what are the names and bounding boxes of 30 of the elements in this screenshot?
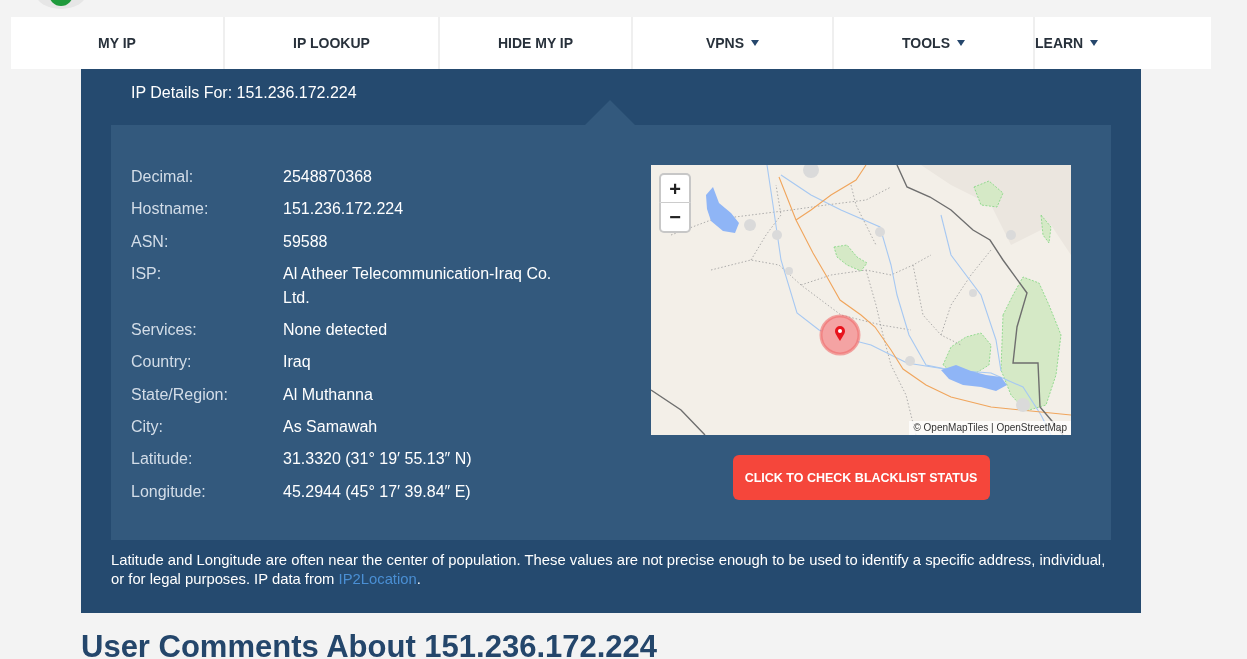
- field-value: 2548870368: [283, 167, 372, 187]
- field-value: Al Atheer Telecommunication-Iraq Co. Ltd.: [283, 263, 553, 308]
- field-value: None detected: [283, 320, 388, 341]
- field-label: Longitude:: [131, 481, 206, 502]
- field-label: Country:: [131, 352, 192, 373]
- field-label: Hostname:: [131, 199, 209, 220]
- field-value: 45.2944 (45° 17′ 39.84″ E): [283, 481, 471, 502]
- field-value: Iraq: [283, 352, 311, 373]
- map-marker-icon[interactable]: [819, 314, 861, 356]
- logo-icon[interactable]: [36, 0, 86, 9]
- map-attribution: © OpenMapTiles | OpenStreetMap: [909, 421, 1071, 435]
- field-value: 59588: [283, 231, 328, 252]
- comments-heading: User Comments About 151.236.172.224: [81, 634, 658, 659]
- details-title: IP Details For: 151.236.172.224: [131, 83, 357, 103]
- field-label: ISP:: [131, 263, 162, 284]
- blacklist-button[interactable]: CLICK TO CHECK BLACKLIST STATUS: [732, 455, 990, 500]
- field-value: As Samawah: [283, 417, 378, 438]
- field-label: Services:: [131, 320, 197, 341]
- field-label: City:: [131, 417, 163, 438]
- field-label: State/Region:: [131, 384, 228, 405]
- field-label: Latitude:: [131, 449, 193, 470]
- field-label: Decimal:: [131, 167, 194, 187]
- field-value: 151.236.172.224: [283, 199, 404, 220]
- nav-link[interactable]: LEARN: [1035, 17, 1099, 69]
- disclaimer-text: Latitude and Longitude are often near the center of population. These values are not precise enough to be used to identify a specific address, individual, or for legal purposes. IP data from IP2Location.: [111, 550, 1107, 589]
- field-value: 31.3320 (31° 19′ 55.13″ N): [283, 449, 472, 470]
- field-label: ASN:: [131, 231, 169, 252]
- zoom-in-button[interactable]: +: [659, 173, 691, 203]
- field-value: Al Muthanna: [283, 384, 373, 405]
- zoom-out-button[interactable]: −: [659, 203, 691, 233]
